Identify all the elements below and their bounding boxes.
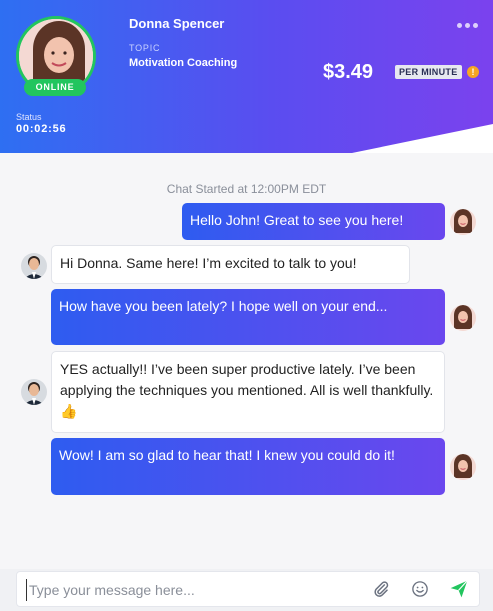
- donna-avatar: [450, 454, 476, 480]
- per-minute-badge: PER MINUTE: [395, 65, 462, 79]
- donna-avatar: [450, 305, 476, 331]
- session-timer: 00:02:56: [16, 123, 67, 135]
- woman-portrait-icon: [450, 305, 476, 331]
- woman-portrait-icon: [450, 209, 476, 235]
- chat-started-label: Chat Started at 12:00PM EDT: [166, 182, 327, 196]
- message-input[interactable]: [26, 579, 356, 601]
- send-button[interactable]: [448, 578, 470, 600]
- message-bubble-incoming: Hi Donna. Same here! I’m excited to talk…: [51, 245, 410, 284]
- man-portrait-icon: [21, 253, 47, 279]
- more-dot: [464, 22, 470, 28]
- message-bubble-incoming: YES actually!! I’ve been super productiv…: [51, 351, 445, 433]
- topic-label: TOPIC: [129, 43, 161, 53]
- message-bubble-outgoing: Wow! I am so glad to hear that! I knew y…: [51, 438, 445, 495]
- price-value: $3.49: [323, 61, 374, 83]
- info-icon[interactable]: !: [467, 66, 479, 78]
- paperclip-icon: [374, 581, 389, 597]
- more-horizontal-icon: [456, 22, 462, 28]
- man-portrait-icon: [21, 379, 47, 405]
- john-avatar: [21, 253, 47, 279]
- donna-avatar: [450, 209, 476, 235]
- online-status-badge: ONLINE: [24, 79, 86, 96]
- attach-button[interactable]: [370, 578, 392, 600]
- emoji-button[interactable]: [409, 578, 431, 600]
- more-options-button[interactable]: [452, 16, 482, 34]
- message-bubble-outgoing: How have you been lately? I hope well on…: [51, 289, 445, 345]
- topic-value: Motivation Coaching: [129, 57, 238, 69]
- smiley-icon: [412, 581, 428, 597]
- more-dot: [472, 22, 478, 28]
- john-avatar: [21, 379, 47, 405]
- send-icon: [450, 580, 468, 598]
- woman-portrait-icon: [450, 454, 476, 480]
- status-label: Status: [16, 112, 42, 122]
- message-bubble-outgoing: Hello John! Great to see you here!: [182, 203, 445, 240]
- user-name: Donna Spencer: [129, 16, 225, 31]
